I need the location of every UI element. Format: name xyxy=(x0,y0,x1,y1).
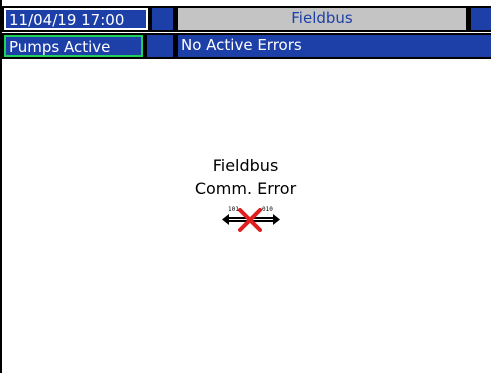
error-title: Fieldbus xyxy=(212,156,279,175)
svg-text:101: 101 xyxy=(228,206,239,213)
nav-left-button[interactable] xyxy=(152,8,173,30)
error-status: No Active Errors xyxy=(178,35,491,57)
datetime-display: 11/04/19 17:00 xyxy=(4,8,148,30)
comm-error-icon: 101 010 xyxy=(221,205,281,233)
status-bar: Pumps Active No Active Errors xyxy=(2,33,491,59)
status-indicator xyxy=(147,35,173,57)
screen-title: Fieldbus xyxy=(178,8,466,30)
nav-right-button[interactable] xyxy=(471,8,491,30)
svg-text:010: 010 xyxy=(262,206,273,213)
error-subtitle: Comm. Error xyxy=(194,179,297,198)
pump-status: Pumps Active xyxy=(4,35,143,57)
display-screen: 11/04/19 17:00 Fieldbus Pumps Active No … xyxy=(0,0,491,373)
top-bar: 11/04/19 17:00 Fieldbus xyxy=(2,6,491,32)
